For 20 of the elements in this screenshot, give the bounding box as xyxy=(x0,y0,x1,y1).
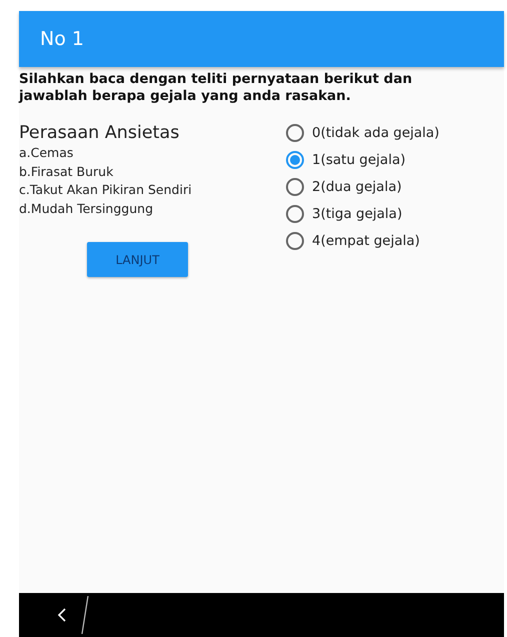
back-icon[interactable] xyxy=(57,607,67,623)
radio-button[interactable] xyxy=(286,205,304,223)
answer-option[interactable]: 0(tidak ada gejala) xyxy=(286,124,440,142)
question-title: Perasaan Ansietas xyxy=(19,122,180,144)
symptom-item: b.Firasat Buruk xyxy=(19,162,114,180)
answer-option[interactable]: 2(dua gejala) xyxy=(286,178,440,196)
radio-button[interactable] xyxy=(286,232,304,250)
answer-option[interactable]: 4(empat gejala) xyxy=(286,232,440,250)
slash-icon xyxy=(81,596,89,634)
symptom-item: c.Takut Akan Pikiran Sendiri xyxy=(19,181,193,199)
symptom-item: a.Cemas xyxy=(19,144,74,162)
app-bar-title: No 1 xyxy=(40,28,84,50)
instruction-text: Silahkan baca dengan teliti pernyataan berikut dan jawablah berapa gejala yang anda rasakan. xyxy=(19,71,414,105)
radio-button[interactable] xyxy=(286,178,304,196)
next-button[interactable]: LANJUT xyxy=(87,242,188,277)
symptom-item: d.Mudah Tersinggung xyxy=(19,200,154,218)
radio-button[interactable] xyxy=(286,124,304,142)
answer-option[interactable]: 3(tiga gejala) xyxy=(286,205,440,223)
answer-option[interactable]: 1(satu gejala) xyxy=(286,151,440,169)
radio-button[interactable] xyxy=(286,151,304,169)
